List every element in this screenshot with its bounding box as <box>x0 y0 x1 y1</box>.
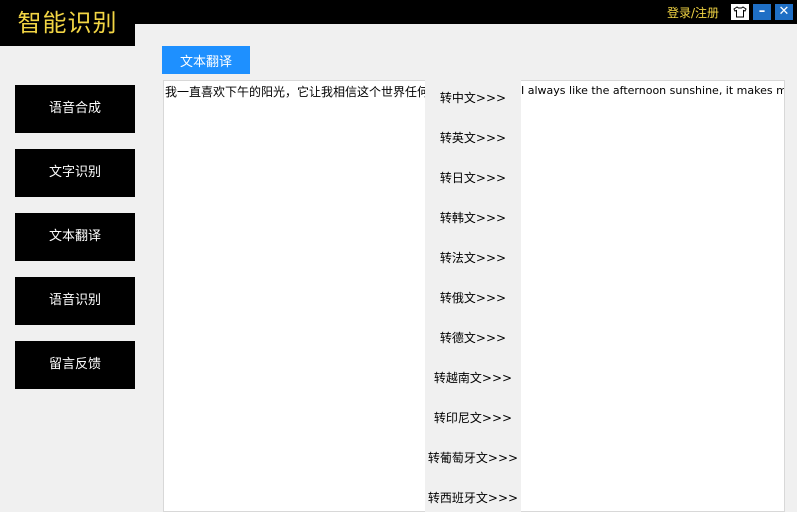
result-text-area[interactable]: I always like the afternoon sunshine, it… <box>521 80 785 512</box>
sidebar-item-feedback[interactable]: 留言反馈 <box>15 341 135 389</box>
sidebar-item-text-translation[interactable]: 文本翻译 <box>15 213 135 261</box>
lang-button-portuguese[interactable]: 转葡萄牙文>>> <box>425 448 521 468</box>
tab-text-translation[interactable]: 文本翻译 <box>162 46 250 74</box>
lang-button-indonesian[interactable]: 转印尼文>>> <box>425 408 521 428</box>
lang-button-korean[interactable]: 转韩文>>> <box>425 208 521 228</box>
lang-button-french[interactable]: 转法文>>> <box>425 248 521 268</box>
lang-button-japanese[interactable]: 转日文>>> <box>425 168 521 188</box>
lang-button-russian[interactable]: 转俄文>>> <box>425 288 521 308</box>
lang-button-spanish[interactable]: 转西班牙文>>> <box>425 488 521 508</box>
lang-button-english[interactable]: 转英文>>> <box>425 128 521 148</box>
sidebar-item-text-recognition[interactable]: 文字识别 <box>15 149 135 197</box>
sidebar-item-speech-recognition[interactable]: 语音识别 <box>15 277 135 325</box>
source-text-area[interactable]: 我一直喜欢下午的阳光，它让我相信这个世界任何 <box>163 80 425 512</box>
login-register-link[interactable]: 登录/注册 <box>667 4 719 21</box>
shirt-icon[interactable] <box>731 4 749 20</box>
lang-button-chinese[interactable]: 转中文>>> <box>425 88 521 108</box>
language-list: 转中文>>> 转英文>>> 转日文>>> 转韩文>>> 转法文>>> 转俄文>>… <box>425 80 521 512</box>
window-controls: 登录/注册 – ✕ <box>667 3 797 21</box>
minimize-button[interactable]: – <box>753 4 771 20</box>
lang-button-german[interactable]: 转德文>>> <box>425 328 521 348</box>
close-button[interactable]: ✕ <box>775 4 793 20</box>
lang-button-vietnamese[interactable]: 转越南文>>> <box>425 368 521 388</box>
sidebar-item-speech-synthesis[interactable]: 语音合成 <box>15 85 135 133</box>
app-title: 智能识别 <box>0 0 135 46</box>
